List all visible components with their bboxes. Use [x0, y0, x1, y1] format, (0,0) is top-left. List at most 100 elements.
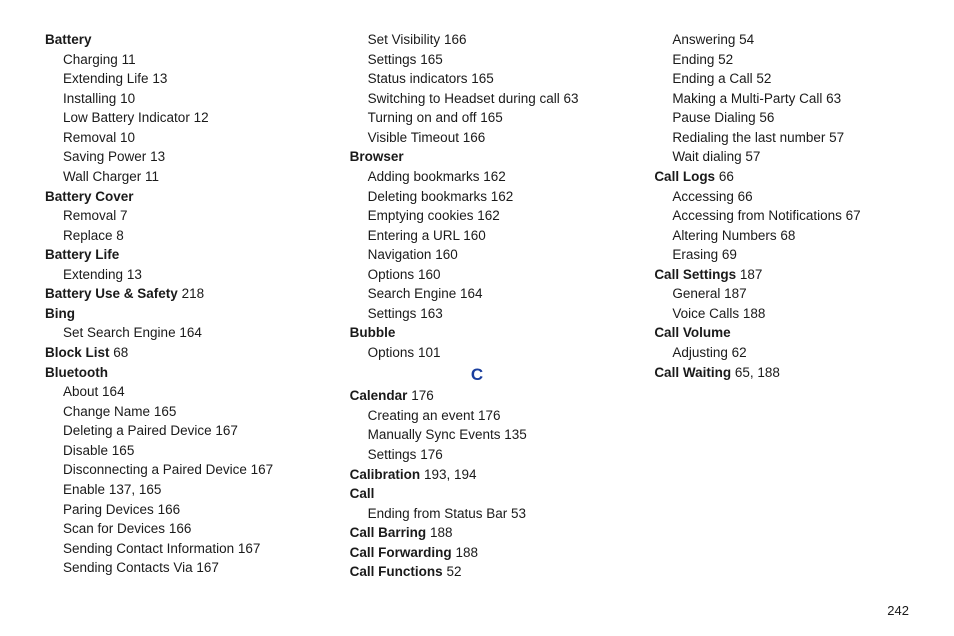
- index-term: Accessing from Notifications: [672, 208, 842, 223]
- index-term: Calibration: [350, 467, 421, 482]
- index-term: Ending a Call: [672, 71, 752, 86]
- index-pages: 54: [739, 32, 754, 47]
- index-term: Scan for Devices: [63, 521, 165, 536]
- index-entry-sub: Sending Contacts Via 167: [63, 558, 300, 578]
- index-entry-sub: Set Visibility 166: [368, 30, 605, 50]
- index-entry-sub: Settings 176: [368, 445, 605, 465]
- index-pages: 162: [491, 189, 514, 204]
- index-entry-sub: Adding bookmarks 162: [368, 167, 605, 187]
- index-term: Adding bookmarks: [368, 169, 480, 184]
- index-term: Making a Multi-Party Call: [672, 91, 822, 106]
- index-term: Wall Charger: [63, 169, 141, 184]
- index-pages: 164: [179, 325, 202, 340]
- index-term: Pause Dialing: [672, 110, 755, 125]
- index-term: Options: [368, 345, 415, 360]
- index-pages: 101: [418, 345, 441, 360]
- index-entry-sub: Sending Contact Information 167: [63, 539, 300, 559]
- index-entry-sub: Emptying cookies 162: [368, 206, 605, 226]
- index-term: Paring Devices: [63, 502, 154, 517]
- index-term: Voice Calls: [672, 306, 739, 321]
- index-entry-top: Call Functions 52: [350, 562, 605, 582]
- index-pages: 193, 194: [424, 467, 477, 482]
- index-entry-top: Call Settings 187: [654, 265, 909, 285]
- index-entry-top: Call Volume: [654, 323, 909, 343]
- index-term: Status indicators: [368, 71, 468, 86]
- index-term: Options: [368, 267, 415, 282]
- index-pages: 166: [169, 521, 192, 536]
- index-entry-sub: Erasing 69: [672, 245, 909, 265]
- index-pages: 10: [120, 91, 135, 106]
- index-entry-sub: Visible Timeout 166: [368, 128, 605, 148]
- index-term: Enable: [63, 482, 105, 497]
- index-entry-sub: Status indicators 165: [368, 69, 605, 89]
- index-pages: 56: [759, 110, 774, 125]
- index-entry-top: Call: [350, 484, 605, 504]
- index-entry-sub: Voice Calls 188: [672, 304, 909, 324]
- index-entry-sub: Answering 54: [672, 30, 909, 50]
- index-term: Bing: [45, 306, 75, 321]
- index-pages: 68: [780, 228, 795, 243]
- index-term: Battery: [45, 32, 92, 47]
- index-pages: 160: [463, 228, 486, 243]
- index-entry-top: Block List 68: [45, 343, 300, 363]
- index-entry-sub: Search Engine 164: [368, 284, 605, 304]
- index-entry-top: Calibration 193, 194: [350, 465, 605, 485]
- index-term: Extending: [63, 267, 123, 282]
- index-pages: 160: [418, 267, 441, 282]
- index-pages: 8: [116, 228, 124, 243]
- index-term: Extending Life: [63, 71, 149, 86]
- index-entry-sub: Options 101: [368, 343, 605, 363]
- index-term: Entering a URL: [368, 228, 460, 243]
- index-term: Accessing: [672, 189, 734, 204]
- index-term: Answering: [672, 32, 735, 47]
- index-entry-sub: Wall Charger 11: [63, 167, 300, 187]
- index-pages: 63: [826, 91, 841, 106]
- index-entry-top: Call Barring 188: [350, 523, 605, 543]
- index-term: Disable: [63, 443, 108, 458]
- index-entry-sub: Redialing the last number 57: [672, 128, 909, 148]
- index-pages: 68: [113, 345, 128, 360]
- section-letter: C: [350, 363, 605, 387]
- index-pages: 13: [152, 71, 167, 86]
- index-term: Call Barring: [350, 525, 427, 540]
- index-pages: 164: [460, 286, 483, 301]
- index-term: About: [63, 384, 98, 399]
- index-entry-sub: Extending Life 13: [63, 69, 300, 89]
- index-pages: 162: [483, 169, 506, 184]
- index-entry-sub: Settings 163: [368, 304, 605, 324]
- index-term: Deleting a Paired Device: [63, 423, 212, 438]
- index-term: Change Name: [63, 404, 150, 419]
- index-term: Search Engine: [368, 286, 457, 301]
- index-term: Call Waiting: [654, 365, 731, 380]
- index-term: Emptying cookies: [368, 208, 474, 223]
- index-entry-top: Battery: [45, 30, 300, 50]
- index-entry-sub: Wait dialing 57: [672, 147, 909, 167]
- index-entry-top: Call Logs 66: [654, 167, 909, 187]
- index-entry-sub: Creating an event 176: [368, 406, 605, 426]
- index-entry-sub: Pause Dialing 56: [672, 108, 909, 128]
- index-term: Battery Use & Safety: [45, 286, 178, 301]
- index-term: Battery Life: [45, 247, 119, 262]
- index-pages: 165: [154, 404, 177, 419]
- index-entry-sub: Saving Power 13: [63, 147, 300, 167]
- index-pages: 53: [511, 506, 526, 521]
- index-term: Sending Contacts Via: [63, 560, 193, 575]
- index-pages: 160: [435, 247, 458, 262]
- index-columns: BatteryCharging 11Extending Life 13Insta…: [45, 30, 909, 585]
- index-pages: 188: [430, 525, 453, 540]
- index-term: Creating an event: [368, 408, 475, 423]
- index-term: Ending from Status Bar: [368, 506, 508, 521]
- index-term: Ending: [672, 52, 714, 67]
- index-term: General: [672, 286, 720, 301]
- index-entry-sub: Deleting bookmarks 162: [368, 187, 605, 207]
- index-term: Redialing the last number: [672, 130, 825, 145]
- index-pages: 11: [122, 52, 136, 67]
- index-term: Navigation: [368, 247, 432, 262]
- index-pages: 162: [477, 208, 500, 223]
- index-entry-sub: Ending 52: [672, 50, 909, 70]
- index-term: Call Volume: [654, 325, 730, 340]
- index-pages: 7: [120, 208, 128, 223]
- index-term: Call Logs: [654, 169, 715, 184]
- index-term: Sending Contact Information: [63, 541, 234, 556]
- index-pages: 166: [463, 130, 486, 145]
